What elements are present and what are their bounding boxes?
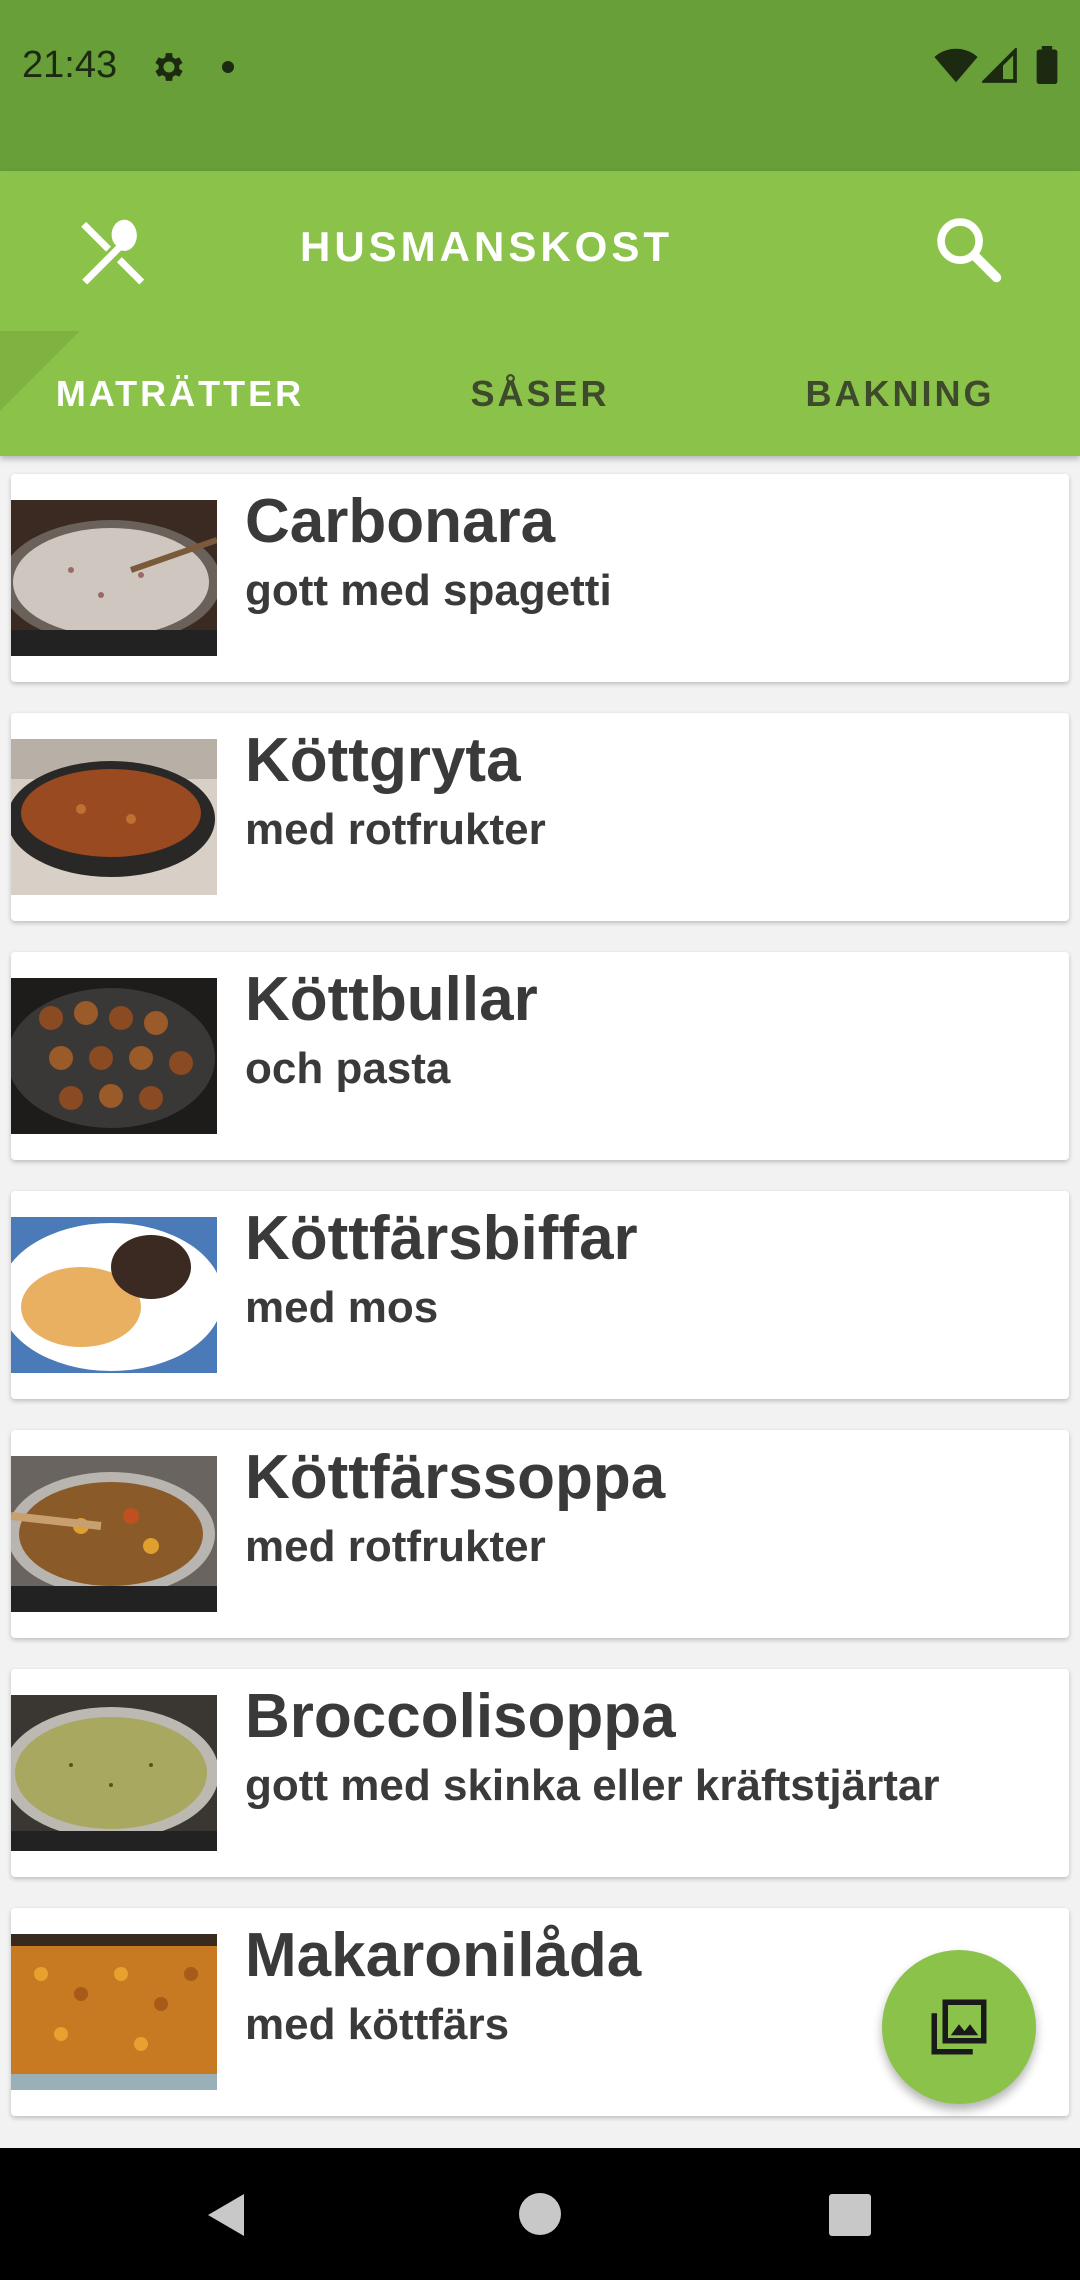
- recipe-subtitle: med rotfrukter: [245, 1522, 546, 1571]
- tab-matratter[interactable]: MATRÄTTER: [0, 331, 360, 456]
- recipe-thumbnail: [11, 1217, 217, 1373]
- home-icon[interactable]: [519, 2193, 561, 2235]
- wifi-icon: [934, 48, 978, 83]
- recipe-title: Köttgryta: [245, 726, 521, 795]
- back-icon[interactable]: [204, 2192, 248, 2238]
- photo-library-icon: [931, 1999, 987, 2055]
- recipe-card[interactable]: Carbonara gott med spagetti: [11, 474, 1069, 682]
- app-bar: HUSMANSKOST MATRÄTTER SÅSER BAKNING: [0, 171, 1080, 456]
- recipe-card[interactable]: Köttfärssoppa med rotfrukter: [11, 1430, 1069, 1638]
- recipe-thumbnail: [11, 1456, 217, 1612]
- recipe-subtitle: med köttfärs: [245, 2000, 510, 2049]
- recipe-card[interactable]: Broccolisoppa gott med skinka eller kräf…: [11, 1669, 1069, 1877]
- gear-icon: [155, 53, 183, 81]
- app-title: HUSMANSKOST: [300, 223, 674, 270]
- search-icon[interactable]: [930, 211, 1006, 287]
- tab-saser[interactable]: SÅSER: [360, 331, 720, 456]
- recipe-subtitle: gott med spagetti: [245, 566, 612, 615]
- recipe-thumbnail: [11, 1934, 217, 2090]
- recipe-card[interactable]: Köttgryta med rotfrukter: [11, 713, 1069, 921]
- gallery-fab-button[interactable]: [882, 1950, 1036, 2104]
- recents-icon[interactable]: [829, 2194, 871, 2236]
- recipe-subtitle: gott med skinka eller kräftstjärtar: [245, 1761, 940, 1810]
- recipe-thumbnail: [11, 978, 217, 1134]
- recipe-card[interactable]: Köttbullar och pasta: [11, 952, 1069, 1160]
- recipe-title: Köttfärssoppa: [245, 1443, 666, 1512]
- recipe-card[interactable]: Köttfärsbiffar med mos: [11, 1191, 1069, 1399]
- recipe-subtitle: med mos: [245, 1283, 439, 1332]
- recipe-title: Makaronilåda: [245, 1921, 642, 1990]
- recipe-title: Köttbullar: [245, 965, 538, 1034]
- status-time: 21:43: [22, 44, 118, 86]
- status-bar: 21:43: [0, 0, 1080, 171]
- recipe-title: Broccolisoppa: [245, 1682, 676, 1751]
- recipe-thumbnail: [11, 500, 217, 656]
- tab-bar: MATRÄTTER SÅSER BAKNING: [0, 331, 1080, 456]
- notification-dot: [222, 61, 234, 73]
- navigation-bar: [0, 2148, 1080, 2280]
- fork-spoon-icon: [81, 219, 145, 285]
- recipe-subtitle: med rotfrukter: [245, 805, 546, 854]
- recipe-subtitle: och pasta: [245, 1044, 451, 1093]
- recipe-thumbnail: [11, 1695, 217, 1851]
- signal-icon: [982, 48, 1017, 83]
- recipe-thumbnail: [11, 739, 217, 895]
- recipe-title: Carbonara: [245, 487, 556, 556]
- battery-icon: [1036, 46, 1058, 84]
- recipe-title: Köttfärsbiffar: [245, 1204, 638, 1273]
- tab-bakning[interactable]: BAKNING: [720, 331, 1080, 456]
